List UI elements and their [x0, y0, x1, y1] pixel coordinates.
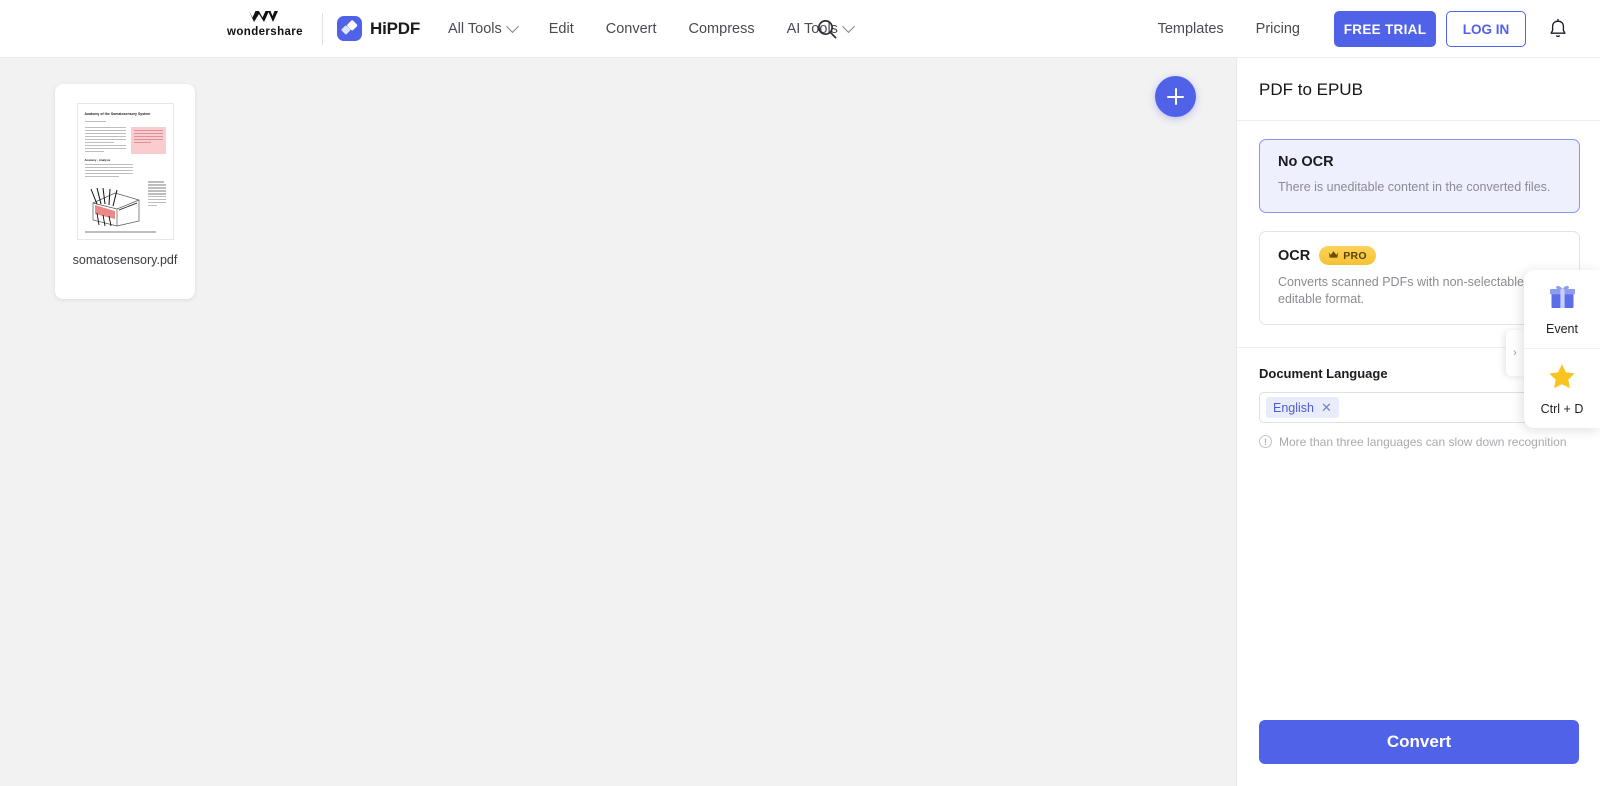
crown-icon — [1328, 250, 1339, 262]
thumbnail-section-heading: Anatomy - Analysis — [84, 157, 111, 162]
nav-label: Convert — [605, 21, 657, 37]
widget-label: Ctrl + D — [1540, 402, 1584, 416]
nav-label: All Tools — [448, 21, 502, 37]
wondershare-wordmark: wondershare — [227, 26, 303, 38]
close-x-icon[interactable]: ✕ — [1321, 401, 1332, 414]
header-divider — [322, 13, 323, 45]
star-icon — [1548, 364, 1576, 394]
file-workspace: Anatomy of the Somatosensory System Anat… — [0, 58, 1236, 786]
option-header: No OCR — [1278, 154, 1563, 170]
nav-item-convert[interactable]: Convert — [590, 0, 673, 58]
thumbnail-figure — [85, 185, 143, 227]
nav-item-edit[interactable]: Edit — [533, 0, 590, 58]
convert-button[interactable]: Convert — [1259, 720, 1579, 764]
nav-item-pricing[interactable]: Pricing — [1240, 0, 1316, 58]
pro-label: PRO — [1343, 249, 1367, 262]
file-name: somatosensory.pdf — [72, 253, 178, 267]
chevron-down-icon — [842, 19, 855, 33]
chevron-down-icon — [505, 19, 519, 33]
widget-label: Event — [1546, 322, 1578, 336]
hipdf-wordmark: HiPDF — [370, 18, 421, 38]
nav-label: Edit — [548, 21, 574, 37]
option-description: Converts scanned PDFs with non-selectabl… — [1278, 275, 1562, 306]
nav-item-all-tools[interactable]: All Tools — [432, 0, 533, 58]
nav-label: Compress — [688, 21, 755, 37]
option-title: No OCR — [1278, 154, 1334, 170]
language-hint-text: More than three languages can slow down … — [1279, 435, 1567, 449]
log-in-button[interactable]: LOG IN — [1446, 11, 1526, 47]
header-right-actions: Templates Pricing FREE TRIAL LOG IN — [1142, 0, 1600, 58]
widget-item-event[interactable]: Event — [1524, 270, 1600, 348]
panel-divider — [1237, 120, 1600, 121]
pro-badge: PRO — [1319, 246, 1376, 265]
floating-side-widget: Event Ctrl + D — [1524, 270, 1600, 428]
search-icon[interactable] — [816, 18, 838, 40]
info-icon: ! — [1259, 435, 1272, 448]
language-hint: ! More than three languages can slow dow… — [1259, 434, 1578, 450]
widget-item-bookmark[interactable]: Ctrl + D — [1524, 348, 1600, 428]
file-card[interactable]: Anatomy of the Somatosensory System Anat… — [55, 84, 195, 299]
top-header: wondershare HiPDF All Tools Edit Convert… — [0, 0, 1600, 58]
widget-collapse-handle[interactable]: › — [1506, 330, 1524, 376]
wondershare-brand[interactable]: wondershare — [226, 10, 304, 38]
free-trial-button[interactable]: FREE TRIAL — [1334, 11, 1436, 47]
main-nav: All Tools Edit Convert Compress AI Tools — [432, 0, 869, 58]
nav-item-templates[interactable]: Templates — [1142, 0, 1240, 58]
option-description: There is uneditable content in the conve… — [1278, 180, 1551, 194]
hipdf-diamond-icon — [337, 16, 362, 41]
gift-icon — [1549, 285, 1576, 314]
add-file-button[interactable] — [1155, 76, 1196, 117]
option-card-no-ocr[interactable]: No OCR There is uneditable content in th… — [1259, 139, 1580, 213]
option-title: OCR — [1278, 247, 1311, 264]
language-tag-english: English ✕ — [1266, 397, 1339, 418]
panel-title: PDF to EPUB — [1259, 80, 1363, 99]
thumbnail-title: Anatomy of the Somatosensory System — [84, 112, 151, 116]
bell-icon[interactable] — [1548, 18, 1568, 40]
wondershare-w-logo — [248, 10, 282, 23]
option-header: OCR PRO — [1278, 246, 1563, 265]
file-thumbnail: Anatomy of the Somatosensory System Anat… — [76, 103, 174, 240]
language-tag-label: English — [1273, 400, 1314, 415]
hipdf-logo[interactable]: HiPDF — [337, 16, 420, 41]
nav-item-compress[interactable]: Compress — [673, 0, 771, 58]
